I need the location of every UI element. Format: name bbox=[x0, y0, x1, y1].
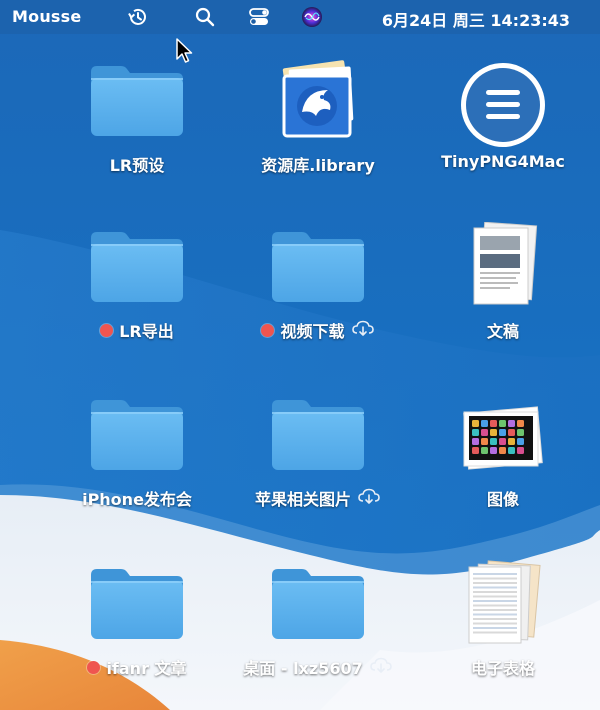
desktop-item-label-row[interactable]: iPhone发布会 bbox=[47, 486, 227, 510]
red-tag-dot-icon bbox=[87, 660, 101, 674]
folder-icon[interactable] bbox=[268, 396, 368, 478]
eagle-library-icon[interactable] bbox=[276, 60, 360, 148]
desktop-item[interactable]: 电子表格 bbox=[413, 560, 593, 685]
folder-icon[interactable] bbox=[87, 62, 187, 144]
time-machine-icon[interactable] bbox=[126, 5, 150, 29]
desktop-item-label: ifanr 文章 bbox=[106, 659, 187, 678]
folder-icon[interactable] bbox=[268, 228, 368, 310]
desktop-item-label-row[interactable]: 图像 bbox=[413, 486, 593, 510]
desktop-item[interactable]: TinyPNG4Mac bbox=[413, 62, 593, 182]
desktop-item[interactable]: 苹果相关图片 bbox=[228, 396, 408, 516]
search-icon[interactable] bbox=[193, 5, 217, 29]
desktop-item[interactable]: LR导出 bbox=[47, 228, 227, 348]
desktop-item-label: iPhone发布会 bbox=[82, 490, 192, 509]
desktop-item[interactable]: ifanr 文章 bbox=[47, 565, 227, 685]
desktop-item-label: LR导出 bbox=[119, 322, 174, 341]
desktop-item[interactable]: 视频下载 bbox=[228, 228, 408, 348]
documents-stack-icon[interactable] bbox=[468, 221, 538, 312]
siri-icon[interactable] bbox=[300, 5, 324, 29]
icloud-download-icon[interactable] bbox=[369, 656, 393, 678]
folder-icon[interactable] bbox=[87, 228, 187, 310]
desktop-item-label: 文稿 bbox=[486, 322, 519, 341]
desktop-item[interactable]: 图像 bbox=[413, 396, 593, 516]
folder-icon[interactable] bbox=[268, 565, 368, 647]
desktop-item-label-row[interactable]: 资源库.library bbox=[228, 152, 408, 176]
red-tag-dot-icon bbox=[100, 323, 114, 337]
app-name[interactable]: Mousse bbox=[12, 7, 81, 26]
images-stack-icon[interactable] bbox=[460, 402, 546, 476]
desktop-item[interactable]: 桌面 - lxz5607 bbox=[228, 565, 408, 685]
desktop-item-label: TinyPNG4Mac bbox=[441, 152, 565, 171]
mouse-cursor-icon bbox=[176, 38, 193, 63]
desktop-item-label: 苹果相关图片 bbox=[254, 490, 351, 509]
desktop-item-label-row[interactable]: ifanr 文章 bbox=[47, 655, 227, 679]
desktop-item-label: LR预设 bbox=[109, 156, 165, 175]
red-tag-dot-icon bbox=[261, 323, 275, 337]
desktop-item[interactable]: 资源库.library bbox=[228, 60, 408, 182]
menu-clock[interactable]: 6月24日 周三 14:23:43 bbox=[382, 7, 570, 31]
desktop-item-label: 电子表格 bbox=[470, 659, 535, 678]
desktop-item[interactable]: LR预设 bbox=[47, 62, 227, 182]
desktop-item-label-row[interactable]: 视频下载 bbox=[228, 318, 408, 342]
icloud-download-icon[interactable] bbox=[357, 487, 381, 509]
desktop-item-label-row[interactable]: 文稿 bbox=[413, 318, 593, 342]
spreadsheets-stack-icon[interactable] bbox=[463, 559, 543, 649]
icloud-download-icon[interactable] bbox=[351, 319, 375, 341]
desktop-item[interactable]: iPhone发布会 bbox=[47, 396, 227, 516]
menu-bar: Mousse 6月24日 周三 14:23:43 bbox=[0, 0, 600, 34]
desktop-item-label: 图像 bbox=[486, 490, 519, 509]
desktop-item-label: 桌面 - lxz5607 bbox=[243, 659, 363, 678]
desktop-item[interactable]: 文稿 bbox=[413, 221, 593, 348]
folder-icon[interactable] bbox=[87, 396, 187, 478]
desktop-item-label-row[interactable]: LR导出 bbox=[47, 318, 227, 342]
desktop-item-label-row[interactable]: 苹果相关图片 bbox=[228, 486, 408, 510]
folder-icon[interactable] bbox=[87, 565, 187, 647]
desktop-item-label-row[interactable]: LR预设 bbox=[47, 152, 227, 176]
desktop-item-label: 视频下载 bbox=[280, 322, 345, 341]
desktop-item-label-row[interactable]: 桌面 - lxz5607 bbox=[228, 655, 408, 679]
tinypng-app-icon[interactable] bbox=[458, 60, 548, 154]
desktop-item-label-row[interactable]: TinyPNG4Mac bbox=[413, 152, 593, 171]
desktop-item-label-row[interactable]: 电子表格 bbox=[413, 655, 593, 679]
desktop-item-label: 资源库.library bbox=[261, 156, 375, 175]
control-center-icon[interactable] bbox=[247, 5, 271, 29]
